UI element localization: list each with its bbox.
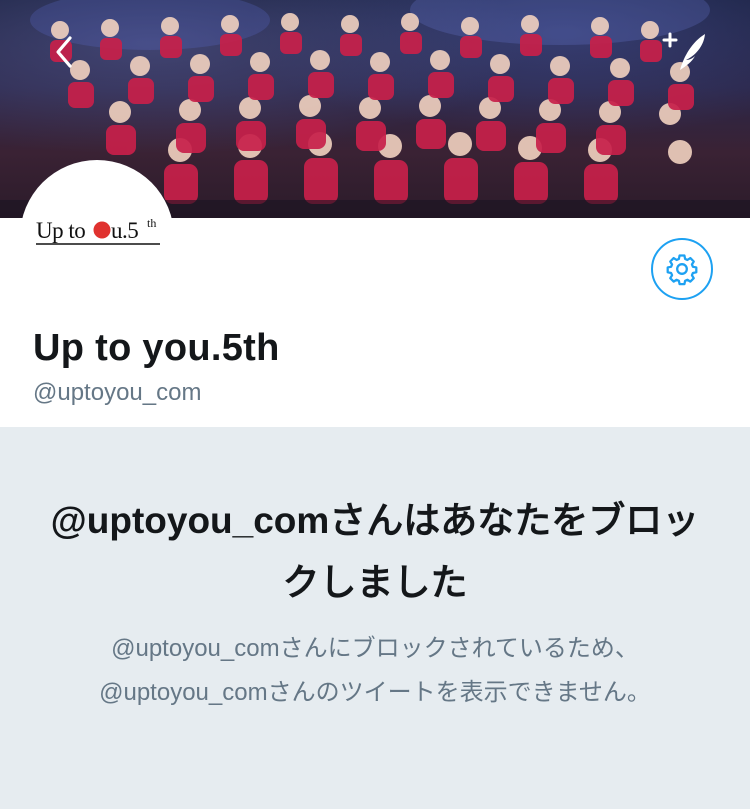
svg-text:th: th <box>147 216 156 230</box>
gear-icon <box>666 254 698 286</box>
svg-text:Up to: Up to <box>36 218 85 243</box>
profile-display-name: Up to you.5th <box>33 327 280 369</box>
profile-settings-button[interactable] <box>651 238 713 300</box>
brand-logo: Up to u.5 th <box>36 216 160 245</box>
profile-handle: @uptoyou_com <box>33 379 202 406</box>
svg-text:u.5: u.5 <box>111 218 138 243</box>
compose-tweet-button[interactable] <box>662 30 708 72</box>
chevron-left-icon <box>56 36 72 68</box>
blocked-description: @uptoyou_comさんにブロックされているため、@uptoyou_comさ… <box>99 635 651 706</box>
compose-tweet-icon <box>662 32 705 70</box>
blocked-notice-panel <box>0 427 750 809</box>
blocked-title: @uptoyou_comさんはあなたをブロックしました <box>50 500 700 603</box>
profile-avatar[interactable]: Up to u.5 th <box>20 160 174 314</box>
back-button[interactable] <box>46 34 82 70</box>
